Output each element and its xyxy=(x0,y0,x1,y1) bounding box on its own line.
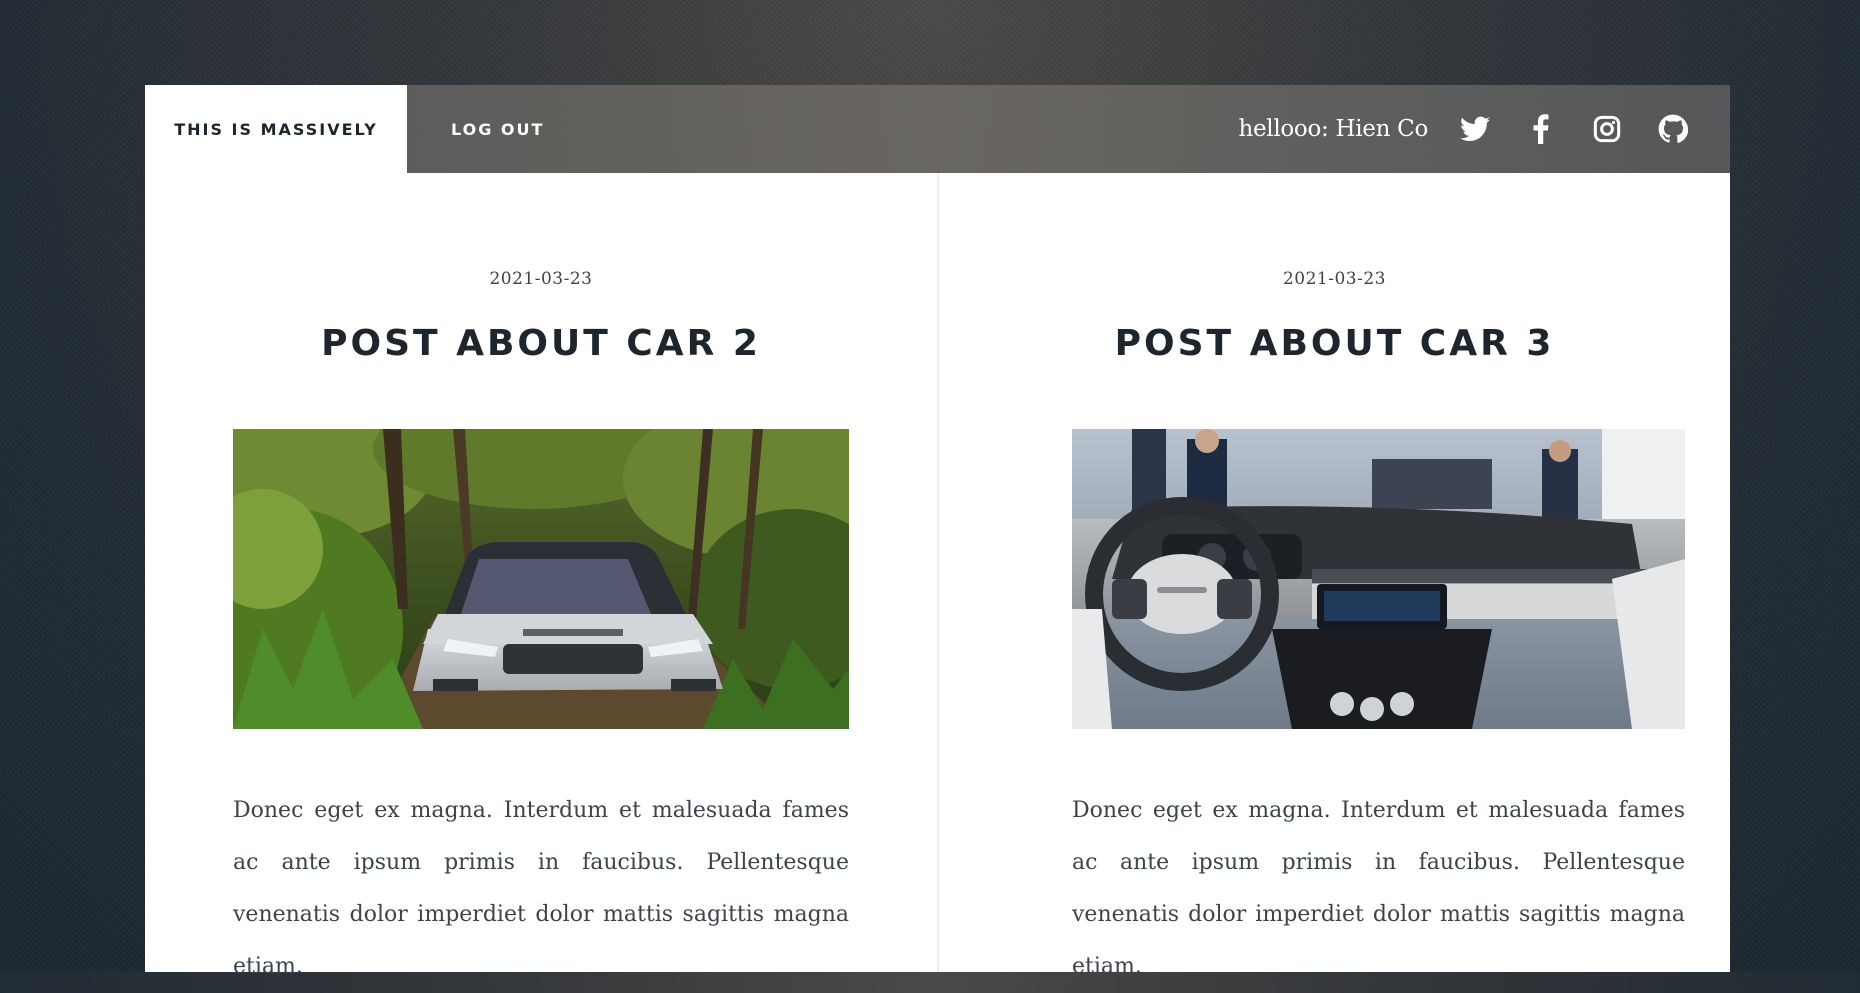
post-excerpt: Donec eget ex magna. Interdum et malesua… xyxy=(233,798,849,979)
site-logo-link[interactable]: THIS IS MASSIVELY xyxy=(145,85,407,173)
twitter-icon[interactable] xyxy=(1442,85,1508,173)
nav-right-group: hellooo: Hien Co xyxy=(1238,85,1730,173)
user-greeting: hellooo: Hien Co xyxy=(1238,116,1428,142)
post-image-car-interior[interactable] xyxy=(1072,429,1685,729)
post-title-link[interactable]: POST ABOUT CAR 3 xyxy=(939,323,1730,364)
page-wrapper: THIS IS MASSIVELY LOG OUT hellooo: Hien … xyxy=(145,85,1730,979)
instagram-icon[interactable] xyxy=(1574,85,1640,173)
top-nav: THIS IS MASSIVELY LOG OUT hellooo: Hien … xyxy=(145,85,1730,173)
logout-link[interactable]: LOG OUT xyxy=(407,85,588,173)
github-icon[interactable] xyxy=(1640,85,1706,173)
post-excerpt: Donec eget ex magna. Interdum et malesua… xyxy=(1072,798,1685,979)
post-card: 2021-03-23 POST ABOUT CAR 3 Donec eget e… xyxy=(939,173,1730,979)
post-image-suv-forest[interactable] xyxy=(233,429,849,729)
post-title-link[interactable]: POST ABOUT CAR 2 xyxy=(145,323,937,364)
facebook-icon[interactable] xyxy=(1508,85,1574,173)
post-date: 2021-03-23 xyxy=(489,269,593,289)
post-date: 2021-03-23 xyxy=(1282,269,1386,289)
posts-panel: 2021-03-23 POST ABOUT CAR 2 Donec eget e… xyxy=(145,173,1730,979)
post-card: 2021-03-23 POST ABOUT CAR 2 Donec eget e… xyxy=(145,173,937,979)
